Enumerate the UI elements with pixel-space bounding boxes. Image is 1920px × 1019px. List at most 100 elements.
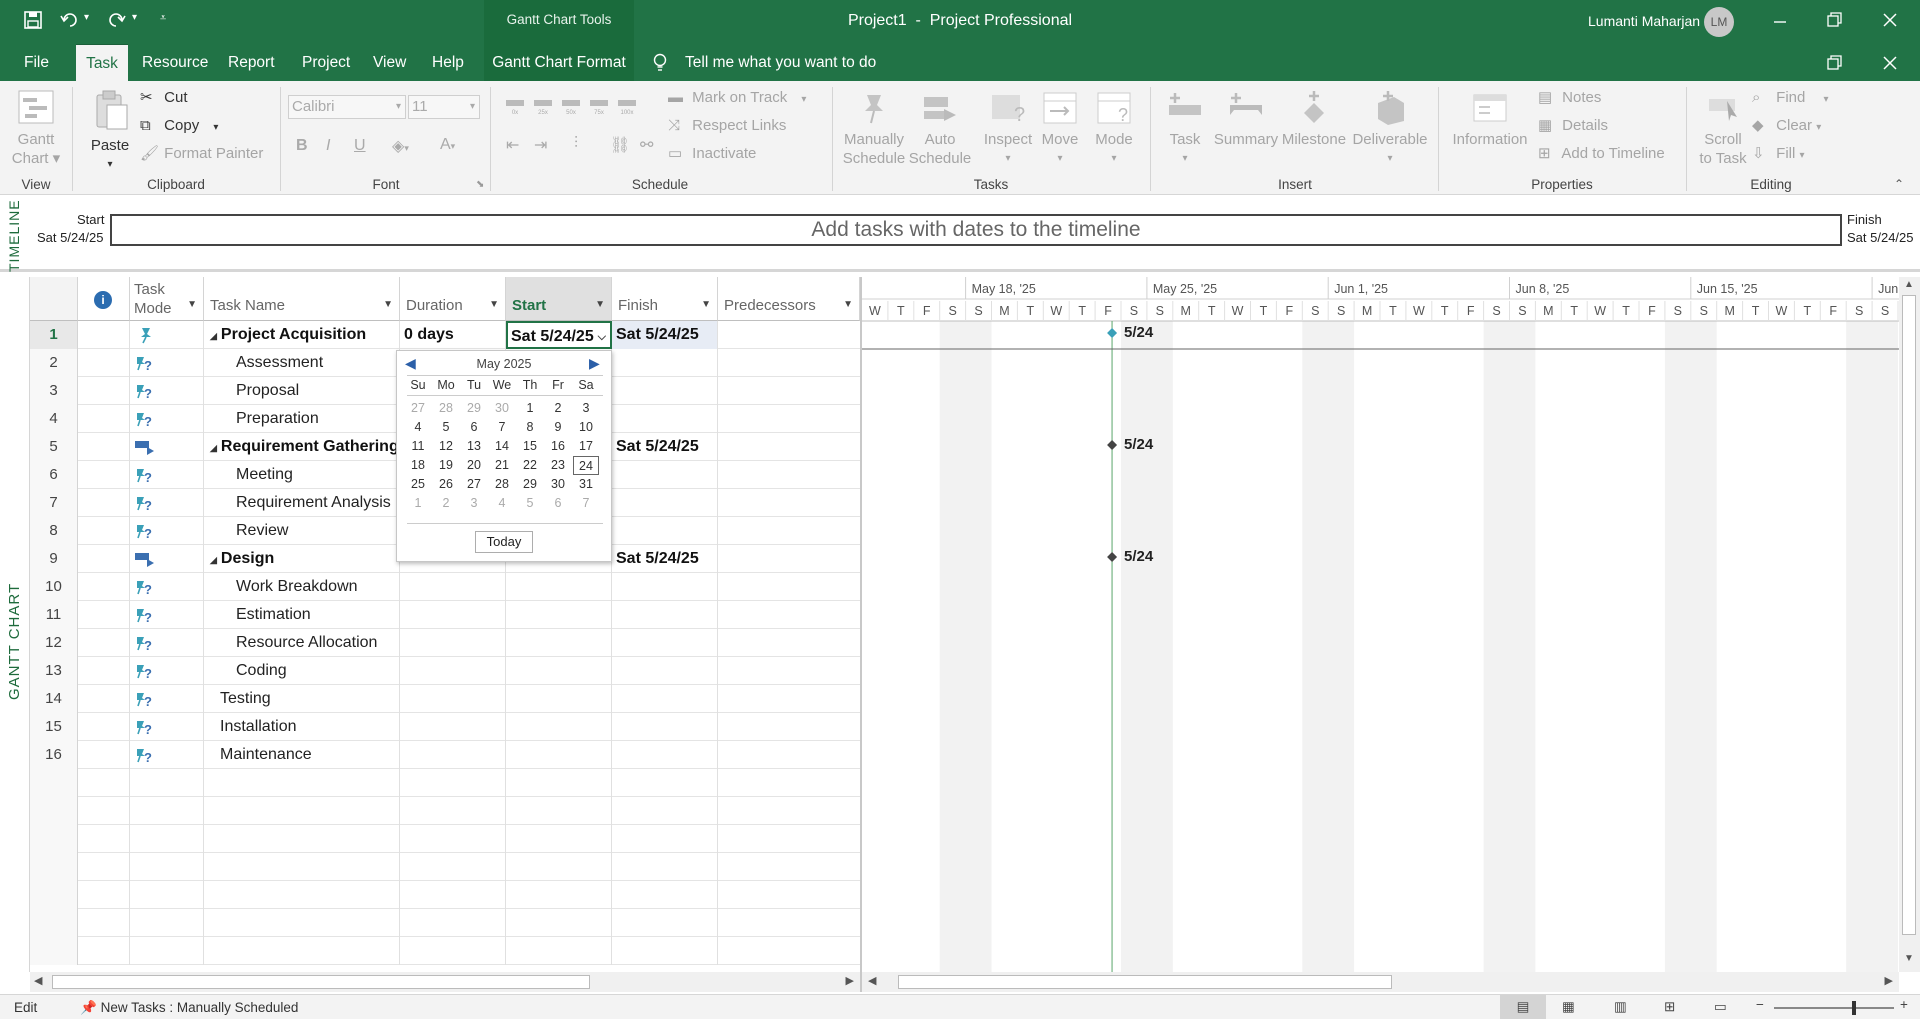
row-number[interactable]: 16: [30, 741, 78, 769]
respect-links-button[interactable]: ⤨ Respect Links: [668, 114, 786, 138]
calendar-day[interactable]: 29: [517, 475, 543, 494]
finish-cell[interactable]: [612, 489, 718, 517]
task-name-cell[interactable]: ◢ Project Acquisition: [204, 321, 400, 349]
indicator-cell[interactable]: [78, 741, 130, 769]
empty-cell[interactable]: [204, 881, 400, 909]
indicator-cell[interactable]: [78, 545, 130, 573]
calendar-day[interactable]: 15: [517, 437, 543, 456]
calendar-day[interactable]: 19: [433, 456, 459, 475]
predecessors-cell[interactable]: [718, 741, 860, 769]
finish-cell[interactable]: Sat 5/24/25: [612, 433, 718, 461]
empty-cell[interactable]: [612, 937, 718, 965]
details-button[interactable]: ▦ Details: [1538, 114, 1608, 138]
new-tasks-status[interactable]: 📌 New Tasks : Manually Scheduled: [80, 1000, 298, 1016]
calendar-day[interactable]: 6: [461, 418, 487, 437]
predecessors-cell[interactable]: [718, 321, 860, 349]
empty-row[interactable]: [30, 937, 860, 965]
start-cell[interactable]: [506, 601, 612, 629]
pct-75-icon[interactable]: 75x: [588, 95, 612, 119]
table-row[interactable]: 16? Maintenance: [30, 741, 860, 769]
row-number[interactable]: [30, 769, 78, 797]
user-name[interactable]: Lumanti Maharjan: [1588, 13, 1700, 29]
task-mode-cell[interactable]: ?: [130, 685, 204, 713]
table-row[interactable]: 1 ◢ Project Acquisition 0 days Sat 5/24/25 ⌵ S…: [30, 321, 860, 349]
empty-cell[interactable]: [400, 881, 506, 909]
calendar-day[interactable]: 31: [573, 475, 599, 494]
empty-cell[interactable]: [506, 853, 612, 881]
duration-cell[interactable]: [400, 713, 506, 741]
tab-help[interactable]: Help: [432, 44, 464, 81]
empty-cell[interactable]: [204, 797, 400, 825]
table-row[interactable]: 15? Installation: [30, 713, 860, 741]
empty-cell[interactable]: [78, 909, 130, 937]
task-mode-cell[interactable]: [130, 321, 204, 349]
task-name-cell[interactable]: Assessment: [204, 349, 400, 377]
indicator-cell[interactable]: [78, 321, 130, 349]
indicator-cell[interactable]: [78, 405, 130, 433]
row-number[interactable]: 9: [30, 545, 78, 573]
split-icon[interactable]: ⫶: [574, 135, 578, 153]
calendar-day[interactable]: 30: [489, 399, 515, 418]
team-planner-view-icon[interactable]: ▥: [1614, 999, 1627, 1015]
calendar-day[interactable]: 14: [489, 437, 515, 456]
empty-cell[interactable]: [400, 797, 506, 825]
duration-cell[interactable]: [400, 573, 506, 601]
empty-cell[interactable]: [130, 937, 204, 965]
task-mode-cell[interactable]: [130, 545, 204, 573]
finish-cell[interactable]: [612, 573, 718, 601]
indicator-cell[interactable]: [78, 573, 130, 601]
row-number[interactable]: [30, 909, 78, 937]
row-number[interactable]: [30, 853, 78, 881]
calendar-day[interactable]: 3: [573, 399, 599, 418]
calendar-day[interactable]: 17: [573, 437, 599, 456]
mark-on-track-button[interactable]: ▬ Mark on Track ▾: [668, 86, 806, 110]
row-number[interactable]: [30, 825, 78, 853]
finish-cell[interactable]: [612, 517, 718, 545]
gantt-view-icon[interactable]: ▤: [1500, 995, 1546, 1019]
task-mode-cell[interactable]: ?: [130, 657, 204, 685]
insert-summary-button[interactable]: Summary: [1212, 91, 1280, 149]
finish-cell[interactable]: [612, 405, 718, 433]
row-number[interactable]: [30, 937, 78, 965]
fill-button[interactable]: ⇩ Fill ▾: [1752, 142, 1805, 166]
task-name-cell[interactable]: Resource Allocation: [204, 629, 400, 657]
predecessors-cell[interactable]: [718, 713, 860, 741]
row-number[interactable]: 6: [30, 461, 78, 489]
outdent-icon[interactable]: ⇤: [506, 135, 519, 155]
empty-cell[interactable]: [612, 797, 718, 825]
task-name-cell[interactable]: ◢ Design: [204, 545, 400, 573]
task-mode-cell[interactable]: ?: [130, 377, 204, 405]
redo-icon[interactable]: [106, 11, 126, 29]
row-number[interactable]: 8: [30, 517, 78, 545]
empty-cell[interactable]: [612, 853, 718, 881]
empty-cell[interactable]: [612, 769, 718, 797]
task-mode-cell[interactable]: ?: [130, 461, 204, 489]
finish-cell[interactable]: [612, 349, 718, 377]
tab-project[interactable]: Project: [302, 44, 350, 81]
cut-button[interactable]: ✂ Cut: [140, 86, 188, 110]
scroll-left-icon[interactable]: ◀: [34, 974, 42, 987]
link-icon[interactable]: ⛓: [610, 135, 630, 155]
empty-cell[interactable]: [130, 797, 204, 825]
timeline-bar[interactable]: Add tasks with dates to the timeline: [110, 214, 1842, 246]
predecessors-cell[interactable]: [718, 685, 860, 713]
row-number[interactable]: 3: [30, 377, 78, 405]
finish-cell[interactable]: Sat 5/24/25: [612, 321, 718, 349]
predecessors-cell[interactable]: [718, 601, 860, 629]
empty-cell[interactable]: [400, 825, 506, 853]
pct-50-icon[interactable]: 50x: [560, 95, 584, 119]
empty-cell[interactable]: [204, 853, 400, 881]
scroll-right-icon[interactable]: ▶: [1885, 974, 1893, 987]
finish-cell[interactable]: [612, 741, 718, 769]
task-mode-cell[interactable]: ?: [130, 629, 204, 657]
calendar-day[interactable]: 16: [545, 437, 571, 456]
scroll-down-icon[interactable]: ▼: [1904, 953, 1914, 964]
empty-cell[interactable]: [130, 769, 204, 797]
resource-sheet-view-icon[interactable]: ⊞: [1664, 999, 1675, 1015]
insert-task-button[interactable]: Task ▾: [1160, 91, 1210, 168]
calendar-day[interactable]: 13: [461, 437, 487, 456]
table-row[interactable]: 10? Work Breakdown: [30, 573, 860, 601]
indicator-cell[interactable]: [78, 601, 130, 629]
tab-report[interactable]: Report: [228, 44, 275, 81]
row-number[interactable]: [30, 797, 78, 825]
